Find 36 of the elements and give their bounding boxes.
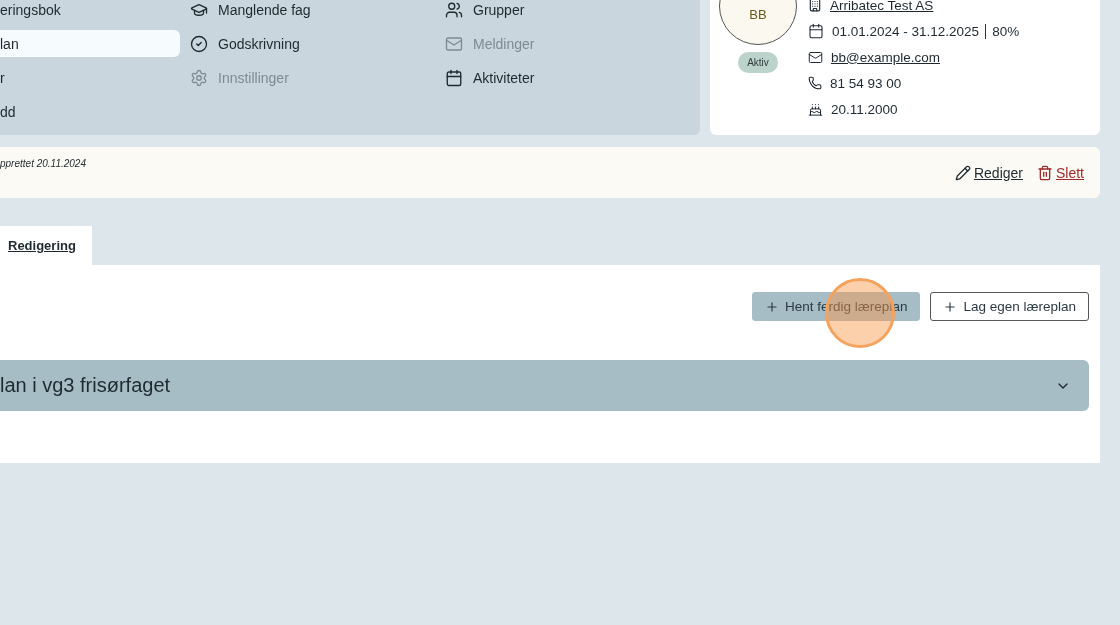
accordion-header[interactable]: lan i vg3 frisørfaget [0, 360, 1089, 411]
avatar: BB [719, 0, 797, 45]
people-icon [445, 0, 463, 19]
plus-icon [943, 299, 958, 314]
created-text: pprettet 20.11.2024 [0, 158, 86, 171]
gear-icon [190, 68, 208, 87]
birthday-text: 20.11.2000 [831, 101, 898, 117]
cake-icon [808, 101, 823, 117]
status-badge: Aktiv [738, 52, 778, 73]
envelope-icon [445, 34, 463, 53]
nav-item[interactable]: Aktiviteter [445, 64, 700, 91]
check-circle-icon [190, 34, 208, 53]
email-link[interactable]: bb@example.com [831, 49, 940, 65]
calendar-icon [808, 23, 824, 39]
nav-item[interactable]: dd [0, 98, 180, 125]
phone-icon [808, 76, 822, 90]
nav-item[interactable]: r [0, 64, 180, 91]
company-link[interactable]: Arribatec Test AS [830, 0, 934, 13]
create-plan-button[interactable]: Lag egen læreplan [930, 292, 1089, 321]
trash-icon [1037, 164, 1053, 181]
pencil-icon [954, 164, 971, 181]
nav-item[interactable]: lan [0, 30, 180, 57]
edit-link[interactable]: Rediger [954, 164, 1023, 181]
nav-item[interactable]: eringsbok [0, 0, 180, 23]
phone-text: 81 54 93 00 [830, 75, 902, 91]
nav-item[interactable]: Godskrivning [190, 30, 435, 57]
building-icon [808, 0, 822, 12]
envelope-icon [808, 49, 823, 65]
period-text: 01.01.2024 - 31.12.2025 [832, 23, 980, 39]
percent-text: 80% [985, 23, 1020, 39]
nav-item[interactable]: Manglende fag [190, 0, 435, 23]
calendar-icon [445, 68, 463, 87]
tab[interactable]: Redigering [0, 226, 92, 265]
nav-item[interactable]: Grupper [445, 0, 700, 23]
plus-icon [765, 299, 780, 314]
delete-link[interactable]: Slett [1037, 164, 1084, 181]
